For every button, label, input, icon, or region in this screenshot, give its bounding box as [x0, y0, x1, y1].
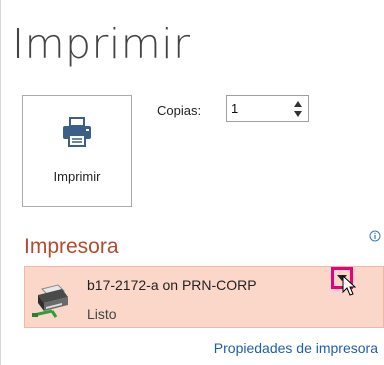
stepper-down-icon[interactable] [292, 109, 304, 119]
printer-select[interactable]: b17-2172-a on PRN-CORP Listo [24, 266, 384, 328]
print-button-label: Imprimir [53, 169, 101, 184]
copies-label: Copias: [157, 103, 202, 118]
page-title: Imprimir [12, 20, 191, 68]
panel-divider [0, 0, 1, 365]
copies-input[interactable] [231, 98, 281, 118]
print-button[interactable]: Imprimir [22, 95, 132, 207]
printer-properties-link[interactable]: Propiedades de impresora [214, 340, 378, 356]
print-backstage-panel: Imprimir Imprimir Copias: Impresora [0, 0, 384, 365]
stepper-up-icon[interactable] [292, 99, 304, 109]
copies-stepper[interactable] [226, 95, 309, 122]
printer-icon [63, 117, 91, 147]
mouse-cursor-icon [342, 275, 356, 296]
printer-status: Listo [87, 306, 117, 322]
printer-section-heading: Impresora [24, 235, 119, 258]
info-icon[interactable] [369, 230, 381, 242]
network-printer-icon [32, 284, 68, 318]
printer-name: b17-2172-a on PRN-CORP [87, 277, 257, 293]
